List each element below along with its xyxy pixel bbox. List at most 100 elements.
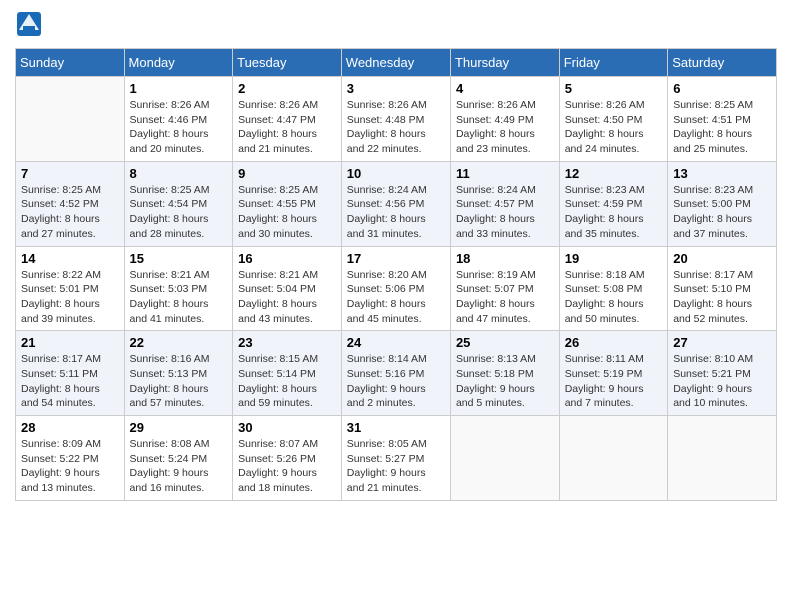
calendar-cell: 15 Sunrise: 8:21 AMSunset: 5:03 PMDayligh… bbox=[124, 246, 233, 331]
calendar-cell: 22 Sunrise: 8:16 AMSunset: 5:13 PMDayligh… bbox=[124, 331, 233, 416]
day-info: Sunrise: 8:26 AMSunset: 4:46 PMDaylight:… bbox=[130, 98, 228, 157]
day-info: Sunrise: 8:25 AMSunset: 4:52 PMDaylight:… bbox=[21, 183, 119, 242]
day-info: Sunrise: 8:17 AMSunset: 5:10 PMDaylight:… bbox=[673, 268, 771, 327]
day-number: 13 bbox=[673, 166, 771, 181]
day-number: 11 bbox=[456, 166, 554, 181]
calendar-cell: 19Sunrise: 8:18 AMSunset: 5:08 PMDayligh… bbox=[559, 246, 668, 331]
calendar-cell: 12 Sunrise: 8:23 AMSunset: 4:59 PMDayligh… bbox=[559, 161, 668, 246]
day-number: 10 bbox=[347, 166, 445, 181]
day-info: Sunrise: 8:07 AMSunset: 5:26 PMDaylight:… bbox=[238, 437, 336, 496]
day-info: Sunrise: 8:26 AMSunset: 4:48 PMDaylight:… bbox=[347, 98, 445, 157]
calendar-cell: 18Sunrise: 8:19 AMSunset: 5:07 PMDayligh… bbox=[450, 246, 559, 331]
day-info: Sunrise: 8:15 AMSunset: 5:14 PMDaylight:… bbox=[238, 352, 336, 411]
calendar-cell bbox=[559, 416, 668, 501]
calendar-week-row: 7 Sunrise: 8:25 AMSunset: 4:52 PMDaylight… bbox=[16, 161, 777, 246]
calendar-cell: 27Sunrise: 8:10 AMSunset: 5:21 PMDayligh… bbox=[668, 331, 777, 416]
calendar-week-row: 21Sunrise: 8:17 AMSunset: 5:11 PMDayligh… bbox=[16, 331, 777, 416]
day-number: 8 bbox=[130, 166, 228, 181]
calendar-cell: 14 Sunrise: 8:22 AMSunset: 5:01 PMDayligh… bbox=[16, 246, 125, 331]
day-number: 12 bbox=[565, 166, 663, 181]
day-info: Sunrise: 8:08 AMSunset: 5:24 PMDaylight:… bbox=[130, 437, 228, 496]
day-info: Sunrise: 8:26 AMSunset: 4:47 PMDaylight:… bbox=[238, 98, 336, 157]
calendar-table: SundayMondayTuesdayWednesdayThursdayFrid… bbox=[15, 48, 777, 501]
day-number: 14 bbox=[21, 251, 119, 266]
day-number: 26 bbox=[565, 335, 663, 350]
day-header-friday: Friday bbox=[559, 49, 668, 77]
day-number: 4 bbox=[456, 81, 554, 96]
day-info: Sunrise: 8:19 AMSunset: 5:07 PMDaylight:… bbox=[456, 268, 554, 327]
day-number: 25 bbox=[456, 335, 554, 350]
day-number: 5 bbox=[565, 81, 663, 96]
day-header-saturday: Saturday bbox=[668, 49, 777, 77]
calendar-cell: 20 Sunrise: 8:17 AMSunset: 5:10 PMDayligh… bbox=[668, 246, 777, 331]
day-number: 31 bbox=[347, 420, 445, 435]
day-number: 29 bbox=[130, 420, 228, 435]
day-info: Sunrise: 8:13 AMSunset: 5:18 PMDaylight:… bbox=[456, 352, 554, 411]
calendar-cell: 2 Sunrise: 8:26 AMSunset: 4:47 PMDaylight… bbox=[233, 77, 342, 162]
day-number: 22 bbox=[130, 335, 228, 350]
day-info: Sunrise: 8:25 AMSunset: 4:54 PMDaylight:… bbox=[130, 183, 228, 242]
day-info: Sunrise: 8:16 AMSunset: 5:13 PMDaylight:… bbox=[130, 352, 228, 411]
page-header bbox=[15, 10, 777, 38]
day-number: 28 bbox=[21, 420, 119, 435]
day-number: 7 bbox=[21, 166, 119, 181]
day-info: Sunrise: 8:10 AMSunset: 5:21 PMDaylight:… bbox=[673, 352, 771, 411]
calendar-cell: 9 Sunrise: 8:25 AMSunset: 4:55 PMDaylight… bbox=[233, 161, 342, 246]
day-info: Sunrise: 8:26 AMSunset: 4:50 PMDaylight:… bbox=[565, 98, 663, 157]
calendar-cell: 6 Sunrise: 8:25 AMSunset: 4:51 PMDaylight… bbox=[668, 77, 777, 162]
day-info: Sunrise: 8:11 AMSunset: 5:19 PMDaylight:… bbox=[565, 352, 663, 411]
logo-icon bbox=[15, 10, 43, 38]
calendar-cell: 29 Sunrise: 8:08 AMSunset: 5:24 PMDayligh… bbox=[124, 416, 233, 501]
logo bbox=[15, 10, 47, 38]
day-header-tuesday: Tuesday bbox=[233, 49, 342, 77]
day-info: Sunrise: 8:14 AMSunset: 5:16 PMDaylight:… bbox=[347, 352, 445, 411]
calendar-cell: 17Sunrise: 8:20 AMSunset: 5:06 PMDayligh… bbox=[341, 246, 450, 331]
calendar-cell: 30 Sunrise: 8:07 AMSunset: 5:26 PMDayligh… bbox=[233, 416, 342, 501]
day-number: 20 bbox=[673, 251, 771, 266]
day-number: 1 bbox=[130, 81, 228, 96]
calendar-cell bbox=[450, 416, 559, 501]
calendar-cell: 5 Sunrise: 8:26 AMSunset: 4:50 PMDaylight… bbox=[559, 77, 668, 162]
day-info: Sunrise: 8:26 AMSunset: 4:49 PMDaylight:… bbox=[456, 98, 554, 157]
day-info: Sunrise: 8:24 AMSunset: 4:56 PMDaylight:… bbox=[347, 183, 445, 242]
calendar-cell: 26 Sunrise: 8:11 AMSunset: 5:19 PMDayligh… bbox=[559, 331, 668, 416]
day-info: Sunrise: 8:20 AMSunset: 5:06 PMDaylight:… bbox=[347, 268, 445, 327]
day-number: 19 bbox=[565, 251, 663, 266]
day-info: Sunrise: 8:09 AMSunset: 5:22 PMDaylight:… bbox=[21, 437, 119, 496]
day-number: 6 bbox=[673, 81, 771, 96]
day-header-thursday: Thursday bbox=[450, 49, 559, 77]
day-info: Sunrise: 8:22 AMSunset: 5:01 PMDaylight:… bbox=[21, 268, 119, 327]
day-header-wednesday: Wednesday bbox=[341, 49, 450, 77]
day-info: Sunrise: 8:25 AMSunset: 4:55 PMDaylight:… bbox=[238, 183, 336, 242]
calendar-cell: 23 Sunrise: 8:15 AMSunset: 5:14 PMDayligh… bbox=[233, 331, 342, 416]
calendar-cell: 25 Sunrise: 8:13 AMSunset: 5:18 PMDayligh… bbox=[450, 331, 559, 416]
calendar-cell: 7 Sunrise: 8:25 AMSunset: 4:52 PMDaylight… bbox=[16, 161, 125, 246]
calendar-cell: 16Sunrise: 8:21 AMSunset: 5:04 PMDayligh… bbox=[233, 246, 342, 331]
calendar-cell: 8 Sunrise: 8:25 AMSunset: 4:54 PMDaylight… bbox=[124, 161, 233, 246]
day-info: Sunrise: 8:21 AMSunset: 5:04 PMDaylight:… bbox=[238, 268, 336, 327]
calendar-cell: 21Sunrise: 8:17 AMSunset: 5:11 PMDayligh… bbox=[16, 331, 125, 416]
calendar-cell: 4 Sunrise: 8:26 AMSunset: 4:49 PMDaylight… bbox=[450, 77, 559, 162]
calendar-week-row: 14 Sunrise: 8:22 AMSunset: 5:01 PMDayligh… bbox=[16, 246, 777, 331]
day-number: 3 bbox=[347, 81, 445, 96]
calendar-cell: 3 Sunrise: 8:26 AMSunset: 4:48 PMDaylight… bbox=[341, 77, 450, 162]
day-info: Sunrise: 8:25 AMSunset: 4:51 PMDaylight:… bbox=[673, 98, 771, 157]
calendar-header-row: SundayMondayTuesdayWednesdayThursdayFrid… bbox=[16, 49, 777, 77]
day-number: 15 bbox=[130, 251, 228, 266]
calendar-cell: 28 Sunrise: 8:09 AMSunset: 5:22 PMDayligh… bbox=[16, 416, 125, 501]
calendar-cell bbox=[16, 77, 125, 162]
day-header-sunday: Sunday bbox=[16, 49, 125, 77]
day-number: 30 bbox=[238, 420, 336, 435]
day-header-monday: Monday bbox=[124, 49, 233, 77]
calendar-cell bbox=[668, 416, 777, 501]
day-info: Sunrise: 8:23 AMSunset: 4:59 PMDaylight:… bbox=[565, 183, 663, 242]
day-info: Sunrise: 8:21 AMSunset: 5:03 PMDaylight:… bbox=[130, 268, 228, 327]
day-number: 9 bbox=[238, 166, 336, 181]
day-number: 2 bbox=[238, 81, 336, 96]
day-number: 21 bbox=[21, 335, 119, 350]
calendar-cell: 24Sunrise: 8:14 AMSunset: 5:16 PMDayligh… bbox=[341, 331, 450, 416]
calendar-cell: 11Sunrise: 8:24 AMSunset: 4:57 PMDayligh… bbox=[450, 161, 559, 246]
calendar-cell: 31Sunrise: 8:05 AMSunset: 5:27 PMDayligh… bbox=[341, 416, 450, 501]
day-number: 23 bbox=[238, 335, 336, 350]
calendar-week-row: 28 Sunrise: 8:09 AMSunset: 5:22 PMDayligh… bbox=[16, 416, 777, 501]
